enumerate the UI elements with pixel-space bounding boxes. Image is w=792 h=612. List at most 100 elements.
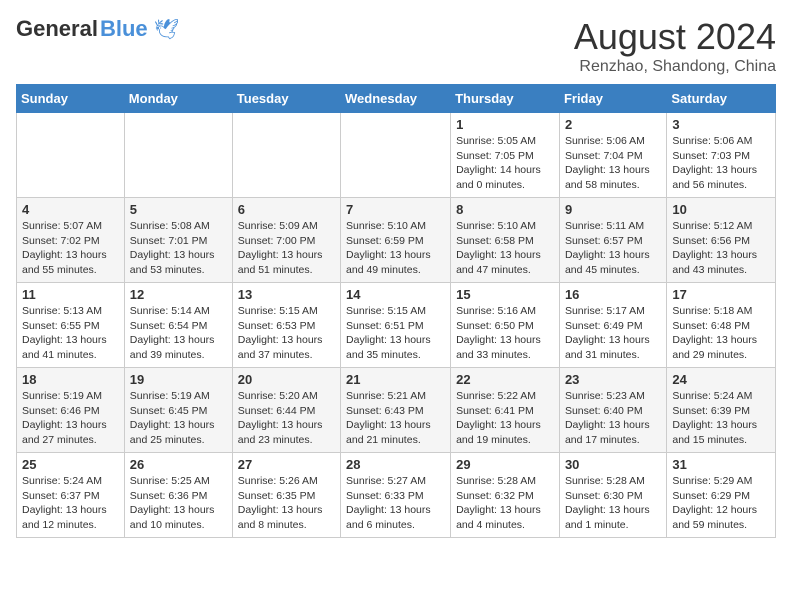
day-info: Sunrise: 5:10 AM Sunset: 6:59 PM Dayligh… bbox=[346, 219, 445, 278]
logo: General Blue 🕊 bbox=[16, 16, 179, 42]
calendar-cell: 21 Sunrise: 5:21 AM Sunset: 6:43 PM Dayli… bbox=[341, 368, 451, 453]
month-title: August 2024 bbox=[574, 16, 776, 58]
day-number: 29 bbox=[456, 457, 554, 472]
day-info: Sunrise: 5:25 AM Sunset: 6:36 PM Dayligh… bbox=[130, 474, 227, 533]
calendar-cell: 23 Sunrise: 5:23 AM Sunset: 6:40 PM Dayli… bbox=[559, 368, 666, 453]
calendar-cell bbox=[232, 113, 340, 198]
calendar-cell: 9Sunrise: 5:11 AM Sunset: 6:57 PM Daylig… bbox=[559, 198, 666, 283]
day-number: 23 bbox=[565, 372, 661, 387]
calendar-cell: 20 Sunrise: 5:20 AM Sunset: 6:44 PM Dayli… bbox=[232, 368, 340, 453]
day-info: Sunrise: 5:10 AM Sunset: 6:58 PM Dayligh… bbox=[456, 219, 554, 278]
calendar-cell: 27Sunrise: 5:26 AM Sunset: 6:35 PM Dayli… bbox=[232, 453, 340, 538]
calendar-cell: 16 Sunrise: 5:17 AM Sunset: 6:49 PM Dayli… bbox=[559, 283, 666, 368]
week-row-1: 4 Sunrise: 5:07 AM Sunset: 7:02 PM Daylig… bbox=[17, 198, 776, 283]
day-info: Sunrise: 5:19 AM Sunset: 6:46 PM Dayligh… bbox=[22, 389, 119, 448]
weekday-header-row: SundayMondayTuesdayWednesdayThursdayFrid… bbox=[17, 85, 776, 113]
calendar-cell: 12Sunrise: 5:14 AM Sunset: 6:54 PM Dayli… bbox=[124, 283, 232, 368]
calendar-cell: 3Sunrise: 5:06 AM Sunset: 7:03 PM Daylig… bbox=[667, 113, 776, 198]
day-info: Sunrise: 5:22 AM Sunset: 6:41 PM Dayligh… bbox=[456, 389, 554, 448]
day-number: 10 bbox=[672, 202, 770, 217]
day-number: 18 bbox=[22, 372, 119, 387]
day-number: 1 bbox=[456, 117, 554, 132]
calendar-cell: 26 Sunrise: 5:25 AM Sunset: 6:36 PM Dayli… bbox=[124, 453, 232, 538]
day-info: Sunrise: 5:29 AM Sunset: 6:29 PM Dayligh… bbox=[672, 474, 770, 533]
weekday-header-sunday: Sunday bbox=[17, 85, 125, 113]
logo-blue-text: Blue bbox=[100, 16, 148, 42]
day-number: 4 bbox=[22, 202, 119, 217]
calendar-cell: 5 Sunrise: 5:08 AM Sunset: 7:01 PM Daylig… bbox=[124, 198, 232, 283]
calendar-cell: 7 Sunrise: 5:10 AM Sunset: 6:59 PM Daylig… bbox=[341, 198, 451, 283]
day-number: 3 bbox=[672, 117, 770, 132]
day-info: Sunrise: 5:09 AM Sunset: 7:00 PM Dayligh… bbox=[238, 219, 335, 278]
calendar-cell: 30 Sunrise: 5:28 AM Sunset: 6:30 PM Dayli… bbox=[559, 453, 666, 538]
calendar-cell: 15 Sunrise: 5:16 AM Sunset: 6:50 PM Dayli… bbox=[451, 283, 560, 368]
calendar-cell bbox=[341, 113, 451, 198]
day-info: Sunrise: 5:16 AM Sunset: 6:50 PM Dayligh… bbox=[456, 304, 554, 363]
title-area: August 2024 Renzhao, Shandong, China bbox=[574, 16, 776, 76]
day-info: Sunrise: 5:21 AM Sunset: 6:43 PM Dayligh… bbox=[346, 389, 445, 448]
week-row-2: 11 Sunrise: 5:13 AM Sunset: 6:55 PM Dayli… bbox=[17, 283, 776, 368]
day-info: Sunrise: 5:11 AM Sunset: 6:57 PM Dayligh… bbox=[565, 219, 661, 278]
day-number: 8 bbox=[456, 202, 554, 217]
calendar-cell: 11 Sunrise: 5:13 AM Sunset: 6:55 PM Dayli… bbox=[17, 283, 125, 368]
day-info: Sunrise: 5:15 AM Sunset: 6:51 PM Dayligh… bbox=[346, 304, 445, 363]
calendar-cell: 1 Sunrise: 5:05 AM Sunset: 7:05 PM Daylig… bbox=[451, 113, 560, 198]
day-number: 21 bbox=[346, 372, 445, 387]
calendar-cell: 31Sunrise: 5:29 AM Sunset: 6:29 PM Dayli… bbox=[667, 453, 776, 538]
day-number: 5 bbox=[130, 202, 227, 217]
day-info: Sunrise: 5:13 AM Sunset: 6:55 PM Dayligh… bbox=[22, 304, 119, 363]
day-info: Sunrise: 5:28 AM Sunset: 6:32 PM Dayligh… bbox=[456, 474, 554, 533]
day-info: Sunrise: 5:26 AM Sunset: 6:35 PM Dayligh… bbox=[238, 474, 335, 533]
day-number: 20 bbox=[238, 372, 335, 387]
day-number: 25 bbox=[22, 457, 119, 472]
logo-bird-icon: 🕊 bbox=[154, 17, 179, 42]
calendar-table: SundayMondayTuesdayWednesdayThursdayFrid… bbox=[16, 84, 776, 538]
day-info: Sunrise: 5:06 AM Sunset: 7:04 PM Dayligh… bbox=[565, 134, 661, 193]
day-number: 30 bbox=[565, 457, 661, 472]
calendar-cell: 14Sunrise: 5:15 AM Sunset: 6:51 PM Dayli… bbox=[341, 283, 451, 368]
calendar-cell: 18 Sunrise: 5:19 AM Sunset: 6:46 PM Dayli… bbox=[17, 368, 125, 453]
weekday-header-thursday: Thursday bbox=[451, 85, 560, 113]
weekday-header-wednesday: Wednesday bbox=[341, 85, 451, 113]
day-number: 26 bbox=[130, 457, 227, 472]
day-info: Sunrise: 5:17 AM Sunset: 6:49 PM Dayligh… bbox=[565, 304, 661, 363]
day-number: 17 bbox=[672, 287, 770, 302]
day-info: Sunrise: 5:05 AM Sunset: 7:05 PM Dayligh… bbox=[456, 134, 554, 193]
day-info: Sunrise: 5:07 AM Sunset: 7:02 PM Dayligh… bbox=[22, 219, 119, 278]
day-number: 15 bbox=[456, 287, 554, 302]
day-info: Sunrise: 5:24 AM Sunset: 6:39 PM Dayligh… bbox=[672, 389, 770, 448]
day-info: Sunrise: 5:20 AM Sunset: 6:44 PM Dayligh… bbox=[238, 389, 335, 448]
header: General Blue 🕊 August 2024 Renzhao, Shan… bbox=[16, 16, 776, 76]
calendar-cell: 6 Sunrise: 5:09 AM Sunset: 7:00 PM Daylig… bbox=[232, 198, 340, 283]
day-info: Sunrise: 5:28 AM Sunset: 6:30 PM Dayligh… bbox=[565, 474, 661, 533]
calendar-cell: 13Sunrise: 5:15 AM Sunset: 6:53 PM Dayli… bbox=[232, 283, 340, 368]
weekday-header-friday: Friday bbox=[559, 85, 666, 113]
day-number: 13 bbox=[238, 287, 335, 302]
calendar-cell: 4 Sunrise: 5:07 AM Sunset: 7:02 PM Daylig… bbox=[17, 198, 125, 283]
week-row-3: 18 Sunrise: 5:19 AM Sunset: 6:46 PM Dayli… bbox=[17, 368, 776, 453]
calendar-cell bbox=[124, 113, 232, 198]
calendar-cell: 25 Sunrise: 5:24 AM Sunset: 6:37 PM Dayli… bbox=[17, 453, 125, 538]
location: Renzhao, Shandong, China bbox=[574, 58, 776, 76]
day-number: 16 bbox=[565, 287, 661, 302]
weekday-header-tuesday: Tuesday bbox=[232, 85, 340, 113]
day-info: Sunrise: 5:23 AM Sunset: 6:40 PM Dayligh… bbox=[565, 389, 661, 448]
day-number: 19 bbox=[130, 372, 227, 387]
day-info: Sunrise: 5:27 AM Sunset: 6:33 PM Dayligh… bbox=[346, 474, 445, 533]
day-info: Sunrise: 5:08 AM Sunset: 7:01 PM Dayligh… bbox=[130, 219, 227, 278]
week-row-0: 1 Sunrise: 5:05 AM Sunset: 7:05 PM Daylig… bbox=[17, 113, 776, 198]
day-number: 2 bbox=[565, 117, 661, 132]
day-number: 7 bbox=[346, 202, 445, 217]
calendar-cell: 2 Sunrise: 5:06 AM Sunset: 7:04 PM Daylig… bbox=[559, 113, 666, 198]
day-info: Sunrise: 5:18 AM Sunset: 6:48 PM Dayligh… bbox=[672, 304, 770, 363]
day-number: 24 bbox=[672, 372, 770, 387]
calendar-cell: 10Sunrise: 5:12 AM Sunset: 6:56 PM Dayli… bbox=[667, 198, 776, 283]
calendar-cell: 17 Sunrise: 5:18 AM Sunset: 6:48 PM Dayli… bbox=[667, 283, 776, 368]
day-info: Sunrise: 5:14 AM Sunset: 6:54 PM Dayligh… bbox=[130, 304, 227, 363]
day-number: 6 bbox=[238, 202, 335, 217]
calendar-cell: 22Sunrise: 5:22 AM Sunset: 6:41 PM Dayli… bbox=[451, 368, 560, 453]
day-info: Sunrise: 5:24 AM Sunset: 6:37 PM Dayligh… bbox=[22, 474, 119, 533]
calendar-cell: 29 Sunrise: 5:28 AM Sunset: 6:32 PM Dayli… bbox=[451, 453, 560, 538]
calendar-cell: 8 Sunrise: 5:10 AM Sunset: 6:58 PM Daylig… bbox=[451, 198, 560, 283]
day-number: 11 bbox=[22, 287, 119, 302]
